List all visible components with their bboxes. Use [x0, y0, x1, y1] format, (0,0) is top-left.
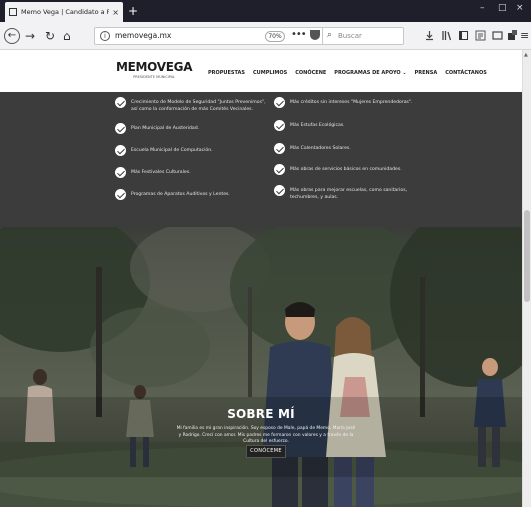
list-item: Escuela Municipal de Computación.	[115, 145, 273, 156]
about-hero: SOBRE MÍ Mi familia es mi gran inspiraci…	[0, 227, 522, 507]
search-placeholder: Buscar	[338, 32, 362, 40]
check-icon	[115, 189, 126, 200]
hero-paragraph: Mi familia es mi gran inspiración. Soy e…	[176, 426, 356, 444]
list-item-text: Más obras de servicios básicos en comuni…	[290, 167, 402, 172]
check-icon	[274, 120, 285, 131]
new-tab-button[interactable]: +	[126, 3, 140, 19]
page-scrollbar[interactable]: ▲	[522, 50, 531, 507]
menu-icon[interactable]: ≡	[520, 28, 529, 44]
list-item-text: Escuela Municipal de Computación.	[131, 148, 213, 153]
minimize-icon[interactable]: –	[480, 3, 485, 13]
logo-subtitle: PRESIDENTE MUNICIPAL	[133, 75, 176, 79]
list-item: Programas de Aparatos Auditivos y Lentes…	[115, 189, 273, 200]
browser-tab-bar: Memo Vega | Candidato a Pre... × + – □ ×	[0, 0, 531, 22]
list-item-text: Crecimiento de Modelo de Seguridad "Junt…	[131, 100, 266, 112]
list-item: Más Festivales Culturales.	[115, 167, 273, 178]
download-icon[interactable]	[424, 30, 435, 41]
screenshot-icon[interactable]	[492, 30, 503, 41]
check-icon	[115, 167, 126, 178]
forward-icon[interactable]: →	[25, 28, 35, 44]
list-item: Más Calentadores Solares.	[274, 143, 414, 154]
back-icon[interactable]: ←	[4, 28, 20, 44]
check-icon	[115, 123, 126, 134]
check-icon	[115, 145, 126, 156]
search-icon: ⌕	[327, 30, 333, 40]
list-item: Más Estufas Ecológicas.	[274, 120, 414, 131]
site-menu: PROPUESTAS CUMPLIMOS CONÓCENE PROGRAMAS …	[208, 70, 487, 76]
menu-item-contactanos[interactable]: CONTÁCTANOS	[445, 70, 487, 76]
conoceme-button[interactable]: CONÓCEME	[246, 445, 286, 458]
menu-item-propuestas[interactable]: PROPUESTAS	[208, 70, 245, 76]
scroll-up-icon[interactable]: ▲	[524, 52, 528, 58]
menu-item-cumplimos[interactable]: CUMPLIMOS	[253, 70, 287, 76]
sidebar-icon[interactable]	[458, 30, 469, 41]
close-tab-icon[interactable]: ×	[112, 8, 119, 17]
menu-item-programas[interactable]: PROGRAMAS DE APOYO ⌄	[334, 70, 406, 76]
browser-nav-bar: ← → ↻ ⌂ i memovega.mx 70% ••• ☆ ⌕ Buscar…	[0, 22, 531, 50]
check-icon	[274, 143, 285, 154]
check-icon	[274, 97, 285, 108]
menu-item-prensa[interactable]: PRENSA	[415, 70, 438, 76]
list-item-text: Más Estufas Ecológicas.	[290, 123, 345, 128]
library-icon[interactable]	[441, 30, 452, 41]
logo-text: MEMOVEGA	[116, 60, 193, 74]
home-icon[interactable]: ⌂	[63, 28, 71, 44]
family-photo	[0, 227, 522, 507]
hero-title: SOBRE MÍ	[227, 407, 295, 421]
reader-icon[interactable]	[475, 30, 486, 41]
url-text: memovega.mx	[115, 31, 172, 40]
menu-item-conoceme[interactable]: CONÓCENE	[295, 70, 326, 76]
extension-icon[interactable]	[507, 30, 518, 41]
site-logo[interactable]: MEMOVEGA PRESIDENTE MUNICIPAL	[116, 60, 192, 79]
info-icon[interactable]: i	[100, 31, 110, 41]
zoom-level[interactable]: 70%	[265, 31, 285, 42]
close-window-icon[interactable]: ×	[516, 3, 524, 13]
achievements-section: Crecimiento de Modelo de Seguridad "Junt…	[0, 92, 522, 227]
list-item: Plan Municipal de Austeridad.	[115, 123, 273, 134]
list-item-text: Más créditos sin intereses "Mujeres Empr…	[290, 100, 413, 105]
search-box[interactable]: ⌕ Buscar	[322, 27, 404, 45]
site-header: MEMOVEGA PRESIDENTE MUNICIPAL PROPUESTAS…	[0, 50, 522, 92]
list-item-text: Más Calentadores Solares.	[290, 146, 351, 151]
maximize-icon[interactable]: □	[498, 3, 507, 13]
favicon-icon	[9, 8, 17, 16]
list-item-text: Plan Municipal de Austeridad.	[131, 126, 200, 131]
page-actions-icon[interactable]: •••	[291, 29, 307, 40]
list-item-text: Programas de Aparatos Auditivos y Lentes…	[131, 192, 230, 197]
list-item: Más obras de servicios básicos en comuni…	[274, 164, 414, 175]
reload-icon[interactable]: ↻	[45, 28, 55, 44]
tab-title: Memo Vega | Candidato a Pre...	[21, 8, 110, 16]
check-icon	[274, 185, 285, 196]
scrollbar-thumb[interactable]	[524, 210, 530, 302]
page-viewport: MEMOVEGA PRESIDENTE MUNICIPAL PROPUESTAS…	[0, 50, 531, 507]
list-item-text: Más Festivales Culturales.	[131, 170, 191, 175]
list-item-text: Más obras para mejorar escuelas, como sa…	[290, 188, 408, 200]
check-icon	[115, 97, 126, 108]
browser-tab[interactable]: Memo Vega | Candidato a Pre... ×	[5, 2, 123, 22]
check-icon	[274, 164, 285, 175]
list-item: Más obras para mejorar escuelas, como sa…	[274, 185, 414, 201]
pocket-icon[interactable]	[310, 30, 320, 40]
list-item: Más créditos sin intereses "Mujeres Empr…	[274, 97, 414, 108]
list-item: Crecimiento de Modelo de Seguridad "Junt…	[115, 97, 273, 113]
